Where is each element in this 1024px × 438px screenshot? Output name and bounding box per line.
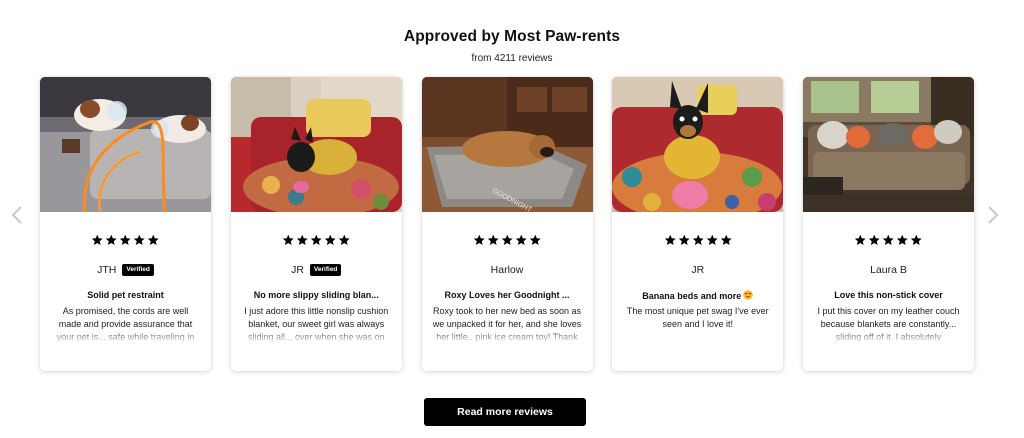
star-icon: [692, 234, 704, 245]
heart-eyes-emoji-icon: [743, 290, 754, 300]
star-icon: [855, 234, 866, 245]
star-icon: [897, 234, 908, 245]
review-count: from 4211 reviews: [471, 53, 553, 64]
star-rating: [422, 234, 593, 246]
star-icon: [501, 234, 513, 245]
review-text: The most unique pet swag I've ever seen …: [626, 306, 769, 329]
chevron-left-icon: [11, 206, 22, 224]
review-card[interactable]: JTH Verified Solid pet restraint As prom…: [40, 77, 211, 371]
star-icon: [92, 234, 103, 245]
star-icon: [310, 234, 322, 245]
star-icon: [487, 234, 499, 245]
reviewer-name: Harlow: [490, 264, 524, 276]
verified-badge: Verified: [309, 263, 342, 277]
star-icon: [515, 234, 527, 245]
star-icon: [911, 234, 922, 245]
review-card[interactable]: Laura B Love this non-stick cover I put …: [803, 77, 974, 371]
star-icon: [296, 234, 308, 245]
text-fade: [421, 330, 593, 350]
star-rating: [803, 234, 974, 246]
chevron-right-icon: [988, 206, 999, 224]
star-rating: [231, 234, 402, 246]
review-title: Roxy Loves her Goodnight ...: [444, 290, 570, 300]
star-icon: [148, 234, 159, 245]
star-icon: [883, 234, 894, 245]
review-card[interactable]: GOODNIGHT Harlow Roxy Loves her Goodnigh…: [421, 77, 593, 371]
review-photo[interactable]: [230, 77, 402, 212]
star-icon: [664, 234, 676, 245]
star-icon: [473, 234, 485, 245]
review-title: Solid pet restraint: [87, 290, 164, 300]
section-title: Approved by Most Paw-rents: [403, 28, 621, 45]
read-more-reviews-button[interactable]: Read more reviews: [424, 398, 586, 426]
text-fade: [803, 330, 974, 350]
review-photo[interactable]: [612, 77, 784, 212]
reviewer-name: JTH: [97, 264, 117, 276]
review-photo[interactable]: GOODNIGHT: [421, 77, 593, 212]
star-icon: [869, 234, 880, 245]
review-title: Banana beds and more: [620, 290, 775, 301]
carousel-next-button[interactable]: [984, 205, 1002, 225]
star-rating: [612, 234, 783, 246]
reviewer-name: JR: [691, 264, 705, 276]
review-photo[interactable]: [40, 77, 211, 212]
star-icon: [720, 234, 732, 245]
star-icon: [134, 234, 145, 245]
star-icon: [120, 234, 131, 245]
reviewer-name: Laura B: [870, 264, 907, 276]
text-fade: [40, 330, 211, 350]
review-title: No more slippy sliding blan...: [253, 290, 379, 300]
review-title: Love this non-stick cover: [834, 290, 943, 300]
text-fade: [230, 330, 402, 350]
verified-badge: Verified: [122, 263, 154, 277]
star-icon: [106, 234, 117, 245]
star-icon: [282, 234, 294, 245]
carousel-prev-button[interactable]: [8, 205, 26, 225]
star-icon: [706, 234, 718, 245]
star-icon: [529, 234, 541, 245]
star-icon: [324, 234, 336, 245]
review-carousel: JTH Verified Solid pet restraint As prom…: [40, 77, 974, 371]
star-icon: [338, 234, 350, 245]
star-rating: [40, 234, 211, 246]
review-card[interactable]: JR Banana beds and more The most unique …: [612, 77, 784, 371]
reviewer-name: JR: [291, 264, 304, 276]
review-card[interactable]: JR Verified No more slippy sliding blan.…: [230, 77, 402, 371]
review-photo[interactable]: [803, 77, 974, 212]
star-icon: [678, 234, 690, 245]
